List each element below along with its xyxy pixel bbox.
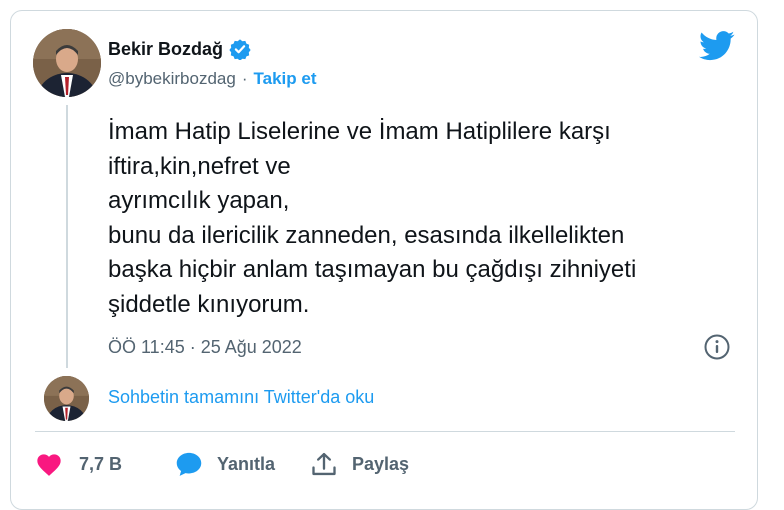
read-conversation-link[interactable]: Sohbetin tamamını Twitter'da oku <box>108 387 374 408</box>
like-count: 7,7 B <box>79 453 123 474</box>
avatar-portrait <box>33 29 101 97</box>
author-name[interactable]: Bekir Bozdağ <box>108 39 223 60</box>
twitter-bird-icon[interactable] <box>699 31 735 61</box>
tweet-actions: 7,7 B Yanıtla Paylaş <box>35 449 409 479</box>
speech-bubble-icon <box>176 452 202 476</box>
follow-button[interactable]: Takip et <box>254 69 317 89</box>
avatar-portrait-small <box>44 376 89 421</box>
share-button[interactable]: Paylaş <box>310 451 409 477</box>
author-handle[interactable]: @bybekirbozdag <box>108 69 236 89</box>
like-button[interactable]: 7,7 B <box>35 451 175 477</box>
divider <box>35 431 735 432</box>
reply-button[interactable]: Yanıtla <box>175 451 310 477</box>
share-label: Paylaş <box>352 453 410 474</box>
thread-line <box>66 105 68 368</box>
author-name-row: Bekir Bozdağ <box>108 38 251 60</box>
reply-avatar[interactable] <box>44 376 89 421</box>
tweet-card: Bekir Bozdağ @bybekirbozdag · Takip et İ… <box>10 10 758 510</box>
heart-icon <box>37 454 61 476</box>
tweet-timestamp[interactable]: ÖÖ 11:45 · 25 Ağu 2022 <box>108 337 302 358</box>
separator-dot: · <box>241 69 248 88</box>
author-avatar[interactable] <box>33 29 101 97</box>
reply-label: Yanıtla <box>217 453 276 474</box>
info-icon[interactable] <box>703 333 731 361</box>
handle-row: @bybekirbozdag · Takip et <box>108 69 317 89</box>
verified-badge-icon <box>229 39 251 60</box>
share-upload-icon <box>312 452 336 476</box>
tweet-text: İmam Hatip Liselerine ve İmam Hatipliler… <box>108 118 637 318</box>
